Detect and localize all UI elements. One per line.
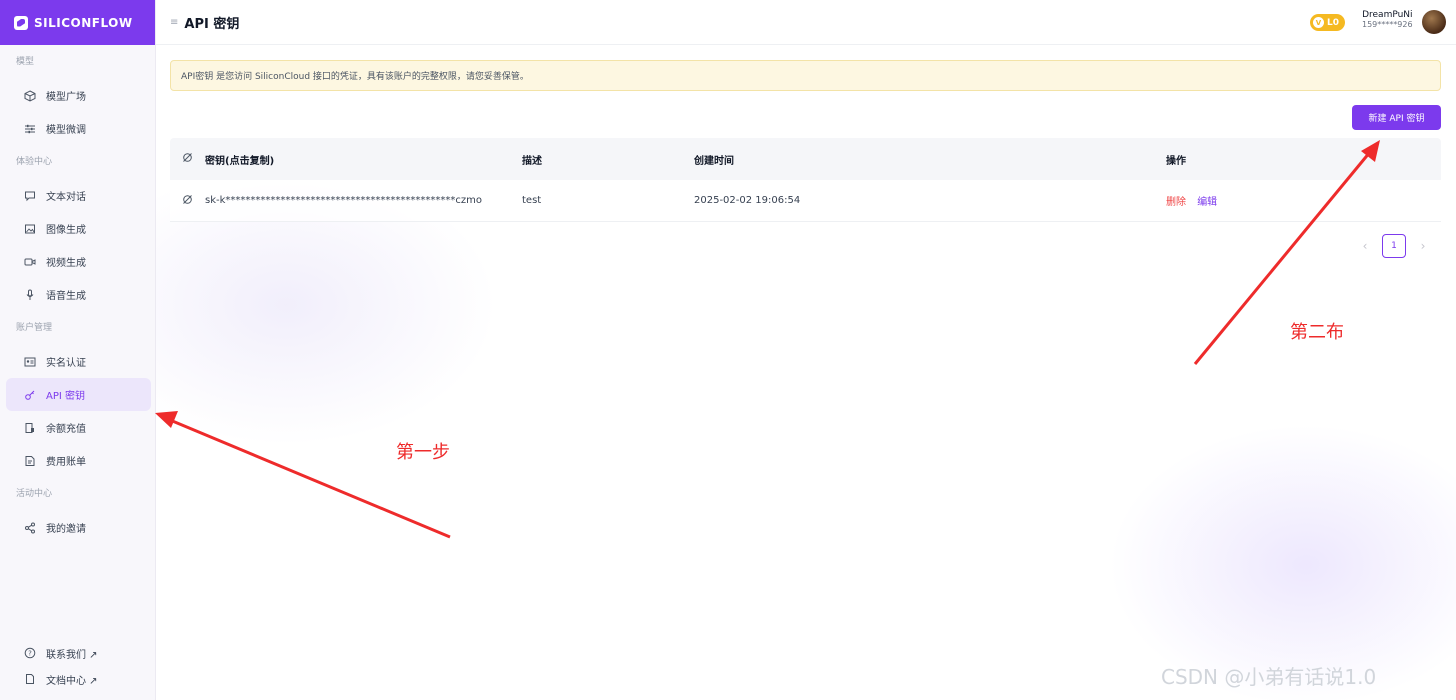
row-actions: 删除 编辑 (1153, 193, 1441, 208)
sidebar-item-label: 费用账单 (46, 457, 86, 468)
level-badge[interactable]: V L0 (1310, 14, 1345, 31)
sidebar-item-model-finetune[interactable]: 模型微调 (6, 112, 151, 145)
image-icon (24, 223, 36, 235)
sidebar-item-label: 模型微调 (46, 125, 86, 136)
prev-page-icon[interactable]: ‹ (1359, 239, 1371, 253)
sidebar-item-api-keys[interactable]: API 密钥 (6, 378, 151, 411)
key-description: test (522, 195, 542, 206)
avatar[interactable] (1422, 10, 1446, 34)
share-icon (24, 522, 36, 534)
column-header-key: 密钥(点击复制) (205, 155, 275, 167)
nav-section-activity: 活动中心 (16, 489, 53, 499)
column-header-created: 创建时间 (694, 155, 734, 167)
sidebar-item-docs[interactable]: 文档中心 ↗ (6, 666, 152, 692)
edit-link[interactable]: 编辑 (1197, 197, 1217, 208)
nav-section-experience: 体验中心 (16, 157, 53, 167)
sidebar-item-voice-gen[interactable]: 语音生成 (6, 278, 151, 311)
microphone-icon (24, 289, 36, 301)
bill-icon (24, 455, 36, 467)
user-name: DreamPuNi (1362, 10, 1413, 20)
help-circle-icon: ? (24, 647, 36, 659)
sidebar-item-video-gen[interactable]: 视频生成 (6, 245, 151, 278)
sidebar-item-label: 模型广场 (46, 92, 86, 103)
document-icon (24, 673, 36, 685)
new-api-key-button[interactable]: 新建 API 密钥 (1352, 105, 1441, 130)
video-icon (24, 256, 36, 268)
sidebar-item-real-name[interactable]: 实名认证 (6, 345, 151, 378)
sidebar-item-invitations[interactable]: 我的邀请 (6, 511, 151, 544)
cube-icon (24, 89, 36, 102)
sidebar-item-text-chat[interactable]: 文本对话 (6, 179, 151, 212)
logo-text: SILICONFLOW (34, 15, 133, 30)
brand-logo[interactable]: SILICONFLOW (0, 0, 155, 45)
annotation-step-two: 第二布 (1290, 322, 1344, 343)
main-content: API密钥 是您访问 SiliconCloud 接口的凭证，具有该账户的完整权限… (156, 45, 1456, 700)
vip-icon: V (1313, 17, 1324, 28)
sidebar-item-label: 文本对话 (46, 192, 86, 203)
sidebar-footer: ? 联系我们 ↗ 文档中心 ↗ (0, 640, 156, 700)
wallet-icon (24, 422, 36, 434)
delete-link[interactable]: 删除 (1166, 197, 1186, 208)
menu-toggle-icon[interactable]: ≡ (170, 17, 178, 28)
page-number-current[interactable]: 1 (1382, 234, 1406, 258)
sidebar-item-image-gen[interactable]: 图像生成 (6, 212, 151, 245)
notice-banner: API密钥 是您访问 SiliconCloud 接口的凭证，具有该账户的完整权限… (170, 60, 1441, 91)
sidebar-item-billing[interactable]: 费用账单 (6, 444, 151, 477)
api-key-value[interactable]: sk-k************************************… (205, 195, 507, 206)
sidebar-item-contact[interactable]: ? 联系我们 ↗ (6, 640, 152, 666)
nav-section-model: 模型 (16, 57, 35, 67)
page-title: API 密钥 (184, 16, 240, 32)
key-icon (24, 389, 36, 401)
pagination: ‹ 1 › (1359, 234, 1429, 258)
sidebar-item-label: API 密钥 (46, 391, 85, 402)
api-keys-table: 密钥(点击复制) 描述 创建时间 操作 sk-k****************… (170, 138, 1441, 222)
sidebar-item-label: 联系我们 ↗ (46, 649, 98, 661)
sidebar-item-recharge[interactable]: 余额充值 (6, 411, 151, 444)
logo-icon (14, 15, 28, 30)
level-badge-text: L0 (1327, 17, 1339, 28)
column-header-description: 描述 (522, 155, 542, 167)
table-header: 密钥(点击复制) 描述 创建时间 操作 (170, 138, 1441, 180)
next-page-icon[interactable]: › (1417, 239, 1429, 253)
sliders-icon (24, 123, 36, 135)
id-card-icon (24, 356, 36, 368)
watermark: CSDN @小弟有话说1.0 (1161, 665, 1377, 689)
sidebar-item-label: 余额充值 (46, 424, 86, 435)
key-created-time: 2025-02-02 19:06:54 (694, 195, 801, 206)
sidebar-item-model-square[interactable]: 模型广场 (6, 79, 151, 112)
row-visibility-icon[interactable] (170, 194, 205, 208)
column-header-actions: 操作 (1166, 155, 1186, 167)
top-header: ≡ API 密钥 V L0 DreamPuNi 159*****926 (156, 0, 1456, 45)
sidebar-item-label: 语音生成 (46, 291, 86, 302)
user-phone: 159*****926 (1362, 20, 1413, 29)
user-info[interactable]: DreamPuNi 159*****926 (1362, 10, 1413, 29)
sidebar-item-label: 图像生成 (46, 225, 86, 236)
sidebar-item-label: 实名认证 (46, 358, 86, 369)
chat-icon (24, 190, 36, 202)
nav-section-account: 账户管理 (16, 323, 53, 333)
table-row: sk-k************************************… (170, 180, 1441, 222)
annotation-step-one: 第一步 (396, 442, 450, 463)
sidebar-item-label: 文档中心 ↗ (46, 675, 98, 687)
sidebar-item-label: 我的邀请 (46, 524, 86, 535)
sidebar-item-label: 视频生成 (46, 258, 86, 269)
sidebar: SILICONFLOW 模型 模型广场 模型微调 体验中心 文本对话 图像生成 … (0, 0, 156, 700)
svg-text:?: ? (28, 650, 32, 658)
toggle-visibility-icon[interactable] (170, 152, 205, 166)
